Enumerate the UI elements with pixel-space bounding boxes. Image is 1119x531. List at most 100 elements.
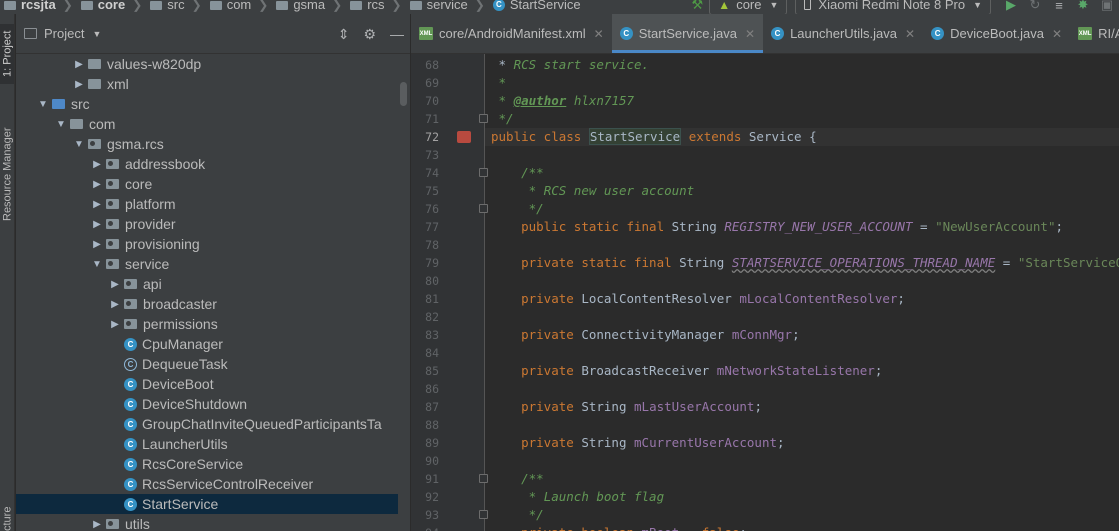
editor-tab[interactable]: XML RI/AndroidManif bbox=[1070, 14, 1119, 53]
close-icon[interactable]: ✕ bbox=[1052, 27, 1062, 41]
expand-right-icon[interactable]: ▶ bbox=[106, 279, 124, 290]
tree-item[interactable]: ▶ provisioning bbox=[16, 234, 398, 254]
editor-tab[interactable]: XML core/AndroidManifest.xml ✕ bbox=[411, 14, 612, 53]
expand-right-icon[interactable]: ▶ bbox=[88, 199, 106, 210]
editor-tab[interactable]: C LauncherUtils.java ✕ bbox=[763, 14, 923, 53]
code-area[interactable]: * RCS start service. * * @author hlxn715… bbox=[491, 54, 1119, 531]
line-number: 79 bbox=[425, 256, 439, 270]
tab-resource-manager[interactable]: Resource Manager bbox=[0, 114, 14, 234]
fold-marker-icon[interactable] bbox=[479, 474, 488, 483]
class-icon: C bbox=[124, 437, 137, 451]
collapse-all-icon[interactable]: ⇕ bbox=[338, 26, 350, 43]
fold-marker-icon[interactable] bbox=[479, 204, 488, 213]
expand-right-icon[interactable]: ▶ bbox=[70, 59, 88, 70]
tree-item[interactable]: ▶ values-w820dp bbox=[16, 54, 398, 74]
editor-tab-label: DeviceBoot.java bbox=[950, 26, 1045, 41]
tree-item[interactable]: ▶ xml bbox=[16, 74, 398, 94]
tree-item-label: permissions bbox=[143, 316, 218, 332]
expand-right-icon[interactable]: ▶ bbox=[88, 179, 106, 190]
tree-item[interactable]: ▶CStartService bbox=[16, 494, 398, 514]
tree-item[interactable]: ▶CRcsCoreService bbox=[16, 454, 398, 474]
fold-marker-icon[interactable] bbox=[479, 168, 488, 177]
tab-project-tool[interactable]: 1: Project bbox=[0, 24, 14, 84]
breadcrumb-separator-icon: ❯ bbox=[191, 0, 202, 12]
project-view-selector[interactable]: Project bbox=[44, 26, 84, 41]
expand-right-icon[interactable]: ▶ bbox=[88, 519, 106, 530]
tree-item[interactable]: ▶ broadcaster bbox=[16, 294, 398, 314]
package-icon bbox=[106, 519, 119, 529]
breadcrumb-item[interactable]: gsma ❯ bbox=[276, 0, 350, 12]
abstract-class-icon: C bbox=[124, 357, 137, 371]
breadcrumb-item[interactable]: rcs ❯ bbox=[350, 0, 409, 12]
apply-code-changes-icon[interactable]: ≡ bbox=[1052, 0, 1066, 13]
fold-marker-icon[interactable] bbox=[479, 510, 488, 519]
expand-down-icon[interactable]: ▼ bbox=[70, 139, 88, 150]
tree-item[interactable]: ▶CDeviceShutdown bbox=[16, 394, 398, 414]
breadcrumb-label: src bbox=[167, 0, 185, 12]
tree-item[interactable]: ▶ permissions bbox=[16, 314, 398, 334]
build-hammer-icon[interactable]: ⚒ bbox=[690, 0, 704, 12]
breadcrumb-item[interactable]: com ❯ bbox=[209, 0, 277, 12]
tree-item[interactable]: ▶ provider bbox=[16, 214, 398, 234]
editor-tab-label: core/AndroidManifest.xml bbox=[439, 26, 586, 41]
gear-icon[interactable]: ⚙ bbox=[363, 26, 376, 43]
breadcrumb-item[interactable]: core ❯ bbox=[80, 0, 151, 12]
close-icon[interactable]: ✕ bbox=[905, 27, 915, 41]
tree-item[interactable]: ▼ gsma.rcs bbox=[16, 134, 398, 154]
apply-changes-icon[interactable]: ↻ bbox=[1028, 0, 1042, 12]
breadcrumb-separator-icon: ❯ bbox=[391, 0, 402, 12]
attach-debugger-icon[interactable]: ▣ bbox=[1100, 0, 1114, 12]
tree-item[interactable]: ▶CDequeueTask bbox=[16, 354, 398, 374]
tree-item[interactable]: ▶CCpuManager bbox=[16, 334, 398, 354]
tree-item[interactable]: ▼ src bbox=[16, 94, 398, 114]
close-icon[interactable]: ✕ bbox=[745, 27, 755, 41]
line-number: 87 bbox=[425, 400, 439, 414]
tree-item[interactable]: ▶CRcsServiceControlReceiver bbox=[16, 474, 398, 494]
module-selector[interactable]: ▲ core ▼ bbox=[709, 0, 788, 14]
breadcrumb-item[interactable]: src ❯ bbox=[150, 0, 209, 12]
expand-right-icon[interactable]: ▶ bbox=[106, 299, 124, 310]
fold-marker-icon[interactable] bbox=[479, 114, 488, 123]
close-icon[interactable]: ✕ bbox=[594, 27, 604, 41]
device-selector[interactable]: Xiaomi Redmi Note 8 Pro ▼ bbox=[795, 0, 991, 14]
tab-structure[interactable]: cture bbox=[0, 504, 14, 531]
tree-item[interactable]: ▶ api bbox=[16, 274, 398, 294]
project-view-icon bbox=[24, 28, 37, 39]
chevron-down-icon[interactable]: ▼ bbox=[92, 29, 101, 39]
tree-item[interactable]: ▶CLauncherUtils bbox=[16, 434, 398, 454]
code-line: private LocalContentResolver mLocalConte… bbox=[521, 291, 905, 306]
line-number: 77 bbox=[425, 220, 439, 234]
project-tree-scrollbar[interactable] bbox=[400, 82, 407, 106]
expand-right-icon[interactable]: ▶ bbox=[106, 319, 124, 330]
tree-item-label: DequeueTask bbox=[142, 356, 228, 372]
breadcrumb-item[interactable]: service ❯ bbox=[409, 0, 493, 12]
breadcrumb-item[interactable]: rcsjta ❯ bbox=[4, 0, 81, 12]
code-line: private ConnectivityManager mConnMgr; bbox=[521, 327, 800, 342]
tree-item[interactable]: ▶ core bbox=[16, 174, 398, 194]
expand-down-icon[interactable]: ▼ bbox=[52, 119, 70, 130]
editor-tab[interactable]: C DeviceBoot.java ✕ bbox=[923, 14, 1070, 53]
expand-right-icon[interactable]: ▶ bbox=[70, 79, 88, 90]
editor-tab[interactable]: C StartService.java ✕ bbox=[611, 14, 764, 53]
tree-item[interactable]: ▶CDeviceBoot bbox=[16, 374, 398, 394]
expand-down-icon[interactable]: ▼ bbox=[88, 259, 106, 270]
expand-right-icon[interactable]: ▶ bbox=[88, 159, 106, 170]
run-icon[interactable]: ▶ bbox=[1004, 0, 1018, 12]
expand-right-icon[interactable]: ▶ bbox=[88, 219, 106, 230]
tree-item[interactable]: ▼ com bbox=[16, 114, 398, 134]
tree-item-label: addressbook bbox=[125, 156, 206, 172]
tree-item[interactable]: ▶ platform bbox=[16, 194, 398, 214]
debug-icon[interactable]: ✸ bbox=[1076, 0, 1090, 12]
hide-panel-icon[interactable]: — bbox=[390, 26, 404, 43]
expand-right-icon[interactable]: ▶ bbox=[88, 239, 106, 250]
expand-down-icon[interactable]: ▼ bbox=[34, 99, 52, 110]
breadcrumb-item-class[interactable]: C StartService bbox=[492, 0, 581, 12]
tree-item[interactable]: ▼ service bbox=[16, 254, 398, 274]
tree-item[interactable]: ▶ addressbook bbox=[16, 154, 398, 174]
tree-item[interactable]: ▶CGroupChatInviteQueuedParticipantsTa bbox=[16, 414, 398, 434]
xml-file-icon: XML bbox=[1078, 27, 1093, 40]
implementation-marker-icon[interactable] bbox=[457, 131, 471, 143]
tree-item[interactable]: ▶ utils bbox=[16, 514, 398, 531]
tab-project-tool-label: 1: Project bbox=[1, 30, 14, 78]
project-tree: ▶ values-w820dp ▶ xml ▼ src ▼ com ▼ gsma.rcs ▶ addr… bbox=[16, 54, 398, 531]
